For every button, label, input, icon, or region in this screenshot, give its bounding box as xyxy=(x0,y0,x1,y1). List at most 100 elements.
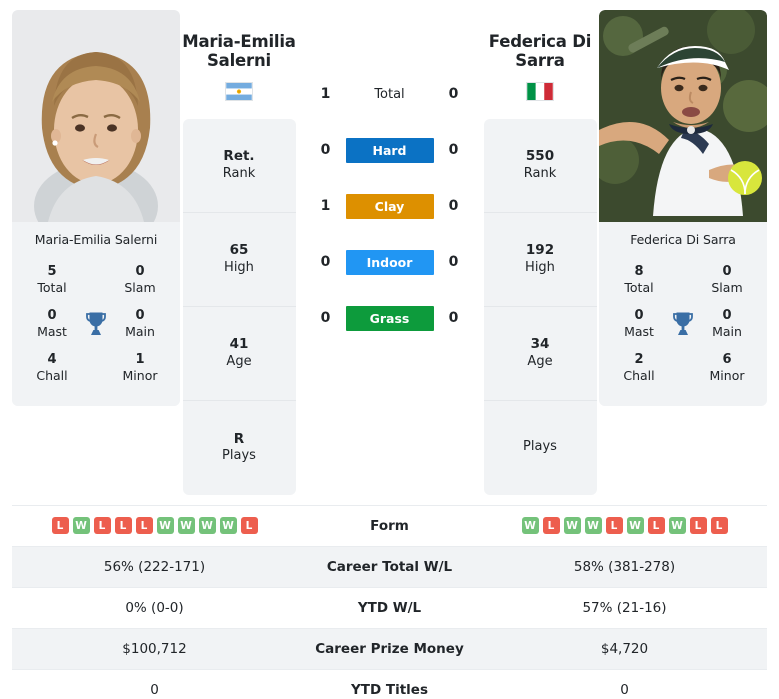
right-ytd-wl: 57% (21-16) xyxy=(582,599,667,616)
h2h-clay-left-score: 1 xyxy=(320,198,331,214)
right-main-titles-label: Main xyxy=(712,324,742,340)
left-mast-titles-value: 0 xyxy=(47,308,57,324)
table-row-form: LWLLLWWWWL Form WLWWLWLWLL xyxy=(12,505,767,546)
h2h-row-indoor: 0 Indoor 0 xyxy=(298,234,481,290)
h2h-total-label: Total xyxy=(374,86,405,102)
right-career-prize-money: $4,720 xyxy=(600,640,649,657)
right-rank-cell: 550 Rank xyxy=(483,119,597,213)
left-chall-titles-value: 4 xyxy=(47,352,57,368)
left-slam-titles-value: 0 xyxy=(135,264,145,280)
right-age-label: Age xyxy=(527,353,553,369)
right-high-cell: 192 High xyxy=(483,213,597,307)
trophy-icon xyxy=(79,311,113,337)
right-high-label: High xyxy=(525,259,555,275)
right-player-photo xyxy=(599,10,767,222)
right-age-cell: 34 Age xyxy=(483,307,597,401)
right-main-titles-value: 0 xyxy=(722,308,732,324)
form-badge-l: L xyxy=(647,517,665,535)
left-career-prize-money: $100,712 xyxy=(122,640,187,657)
form-badge-w: W xyxy=(584,517,602,535)
trophy-icon xyxy=(666,311,700,337)
h2h-hard-left-score: 0 xyxy=(320,142,331,158)
left-plays-value: R xyxy=(233,430,245,447)
surface-button-hard[interactable]: Hard xyxy=(345,137,434,163)
left-minor-titles-label: Minor xyxy=(122,368,158,384)
form-badge-l: L xyxy=(93,517,111,535)
right-player-card: Federica Di Sarra 8 Total 0 Slam 0 Mast … xyxy=(599,10,767,406)
h2h-row-grass: 0 Grass 0 xyxy=(298,290,481,346)
left-form-cell: LWLLLWWWWL xyxy=(12,505,297,546)
left-player-photo-caption: Maria-Emilia Salerni xyxy=(12,222,180,257)
right-form-strip: WLWWLWLWLL xyxy=(486,517,763,535)
table-row-ytd-titles: 0 YTD Titles 0 xyxy=(12,669,767,699)
h2h-clay-right-score: 0 xyxy=(448,198,459,214)
left-player-titles: 5 Total 0 Slam 0 Mast 0 Main 4 Chall 1 M… xyxy=(12,256,180,406)
row-label-form: Form xyxy=(370,517,409,534)
right-mast-titles-label: Mast xyxy=(624,324,654,340)
left-minor-titles-value: 1 xyxy=(135,352,145,368)
left-player-name: Maria-Emilia Salerni xyxy=(180,10,298,107)
left-mast-titles: 0 Mast xyxy=(28,308,76,340)
left-total-titles-value: 5 xyxy=(47,264,57,280)
right-total-titles: 8 Total xyxy=(615,264,663,296)
left-plays-label: Plays xyxy=(222,448,256,464)
left-flag-wrap xyxy=(182,81,296,101)
left-high-value: 65 xyxy=(229,242,249,259)
right-slam-titles: 0 Slam xyxy=(703,264,751,296)
left-rank-value: Ret. xyxy=(223,148,255,165)
left-main-titles: 0 Main xyxy=(116,308,164,340)
left-chall-titles: 4 Chall xyxy=(28,352,76,384)
row-label-career-prize-money: Career Prize Money xyxy=(315,640,464,657)
form-badge-l: L xyxy=(689,517,707,535)
right-age-value: 34 xyxy=(530,336,550,353)
right-chall-titles-value: 2 xyxy=(634,352,644,368)
right-mast-titles-value: 0 xyxy=(634,308,644,324)
right-ytd-titles: 0 xyxy=(620,682,629,699)
left-minor-titles: 1 Minor xyxy=(116,352,164,384)
left-form-strip: LWLLLWWWWL xyxy=(16,517,293,535)
form-badge-w: W xyxy=(521,517,539,535)
right-player-name-line2: Sarra xyxy=(515,51,565,71)
left-total-titles: 5 Total xyxy=(28,264,76,296)
h2h-grass-right-score: 0 xyxy=(448,310,459,326)
right-minor-titles-label: Minor xyxy=(709,368,745,384)
h2h-indoor-left-score: 0 xyxy=(320,254,331,270)
left-age-value: 41 xyxy=(229,336,249,353)
left-titles-row-1: 5 Total 0 Slam xyxy=(18,258,174,302)
right-minor-titles-value: 6 xyxy=(722,352,732,368)
surface-button-clay[interactable]: Clay xyxy=(345,193,434,219)
right-high-value: 192 xyxy=(525,242,555,259)
left-player-info-card: Ret. Rank 65 High 41 Age R Plays xyxy=(182,118,296,495)
left-ytd-wl: 0% (0-0) xyxy=(125,599,184,616)
h2h-total-right-score: 0 xyxy=(448,86,459,102)
right-rank-value: 550 xyxy=(525,148,555,165)
left-ytd-titles: 0 xyxy=(150,682,159,699)
right-mast-titles: 0 Mast xyxy=(615,308,663,340)
right-player-column: Federica Di Sarra 8 Total 0 Slam 0 Mast … xyxy=(599,10,767,406)
h2h-row-hard: 0 Hard 0 xyxy=(298,122,481,178)
form-badge-w: W xyxy=(198,517,216,535)
table-row-career-prize-money: $100,712 Career Prize Money $4,720 xyxy=(12,628,767,670)
right-player-info-column: Federica Di Sarra 550 Rank 192 High 34 A… xyxy=(481,10,599,495)
left-slam-titles-label: Slam xyxy=(124,280,156,296)
surface-button-indoor[interactable]: Indoor xyxy=(345,249,434,275)
right-titles-row-2: 0 Mast 0 Main xyxy=(605,302,761,346)
right-total-titles-value: 8 xyxy=(634,264,644,280)
surface-button-grass[interactable]: Grass xyxy=(345,305,434,331)
h2h-grass-left-score: 0 xyxy=(320,310,331,326)
form-badge-l: L xyxy=(542,517,560,535)
right-chall-titles-label: Chall xyxy=(623,368,655,384)
left-total-titles-label: Total xyxy=(37,280,67,296)
form-badge-l: L xyxy=(710,517,728,535)
form-badge-l: L xyxy=(114,517,132,535)
right-minor-titles: 6 Minor xyxy=(703,352,751,384)
italy-flag-icon xyxy=(526,81,554,101)
form-badge-w: W xyxy=(563,517,581,535)
form-badge-l: L xyxy=(605,517,623,535)
comparison-header: Maria-Emilia Salerni 5 Total 0 Slam 0 Ma… xyxy=(0,0,779,495)
right-titles-row-1: 8 Total 0 Slam xyxy=(605,258,761,302)
right-slam-titles-value: 0 xyxy=(722,264,732,280)
right-career-total-wl: 58% (381-278) xyxy=(573,558,676,575)
right-form-cell: WLWWLWLWLL xyxy=(482,505,767,546)
form-badge-l: L xyxy=(240,517,258,535)
